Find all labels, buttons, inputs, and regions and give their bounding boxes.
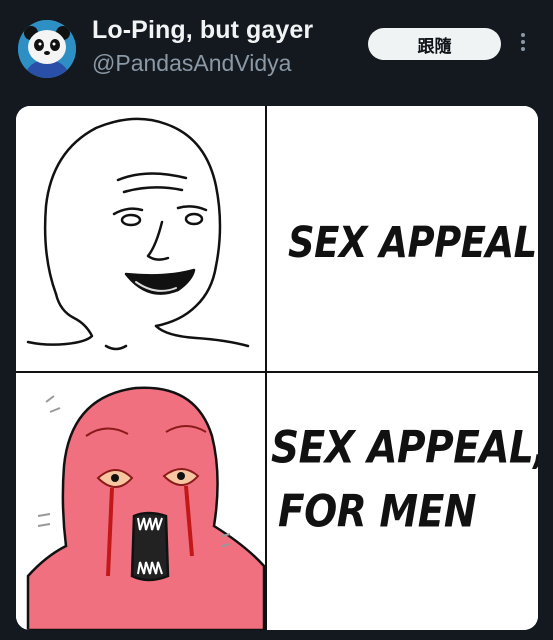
meme-panels (16, 106, 538, 630)
follow-button[interactable]: 跟隨 (368, 28, 501, 60)
bottom-caption-line2: FOR MEN (278, 486, 477, 538)
panda-avatar-icon (18, 20, 76, 78)
bottom-caption-line1: SEX APPEAL, (271, 422, 538, 474)
avatar[interactable] (18, 20, 76, 78)
meme-image[interactable]: SEX APPEAL SEX APPEAL, FOR MEN (16, 106, 538, 630)
more-options-icon[interactable] (515, 30, 531, 58)
tweet-header: Lo-Ping, but gayer @PandasAndVidya 跟隨 (0, 0, 553, 100)
display-name[interactable]: Lo-Ping, but gayer (92, 16, 313, 45)
top-caption: SEX APPEAL (288, 218, 537, 268)
user-handle[interactable]: @PandasAndVidya (92, 50, 291, 77)
